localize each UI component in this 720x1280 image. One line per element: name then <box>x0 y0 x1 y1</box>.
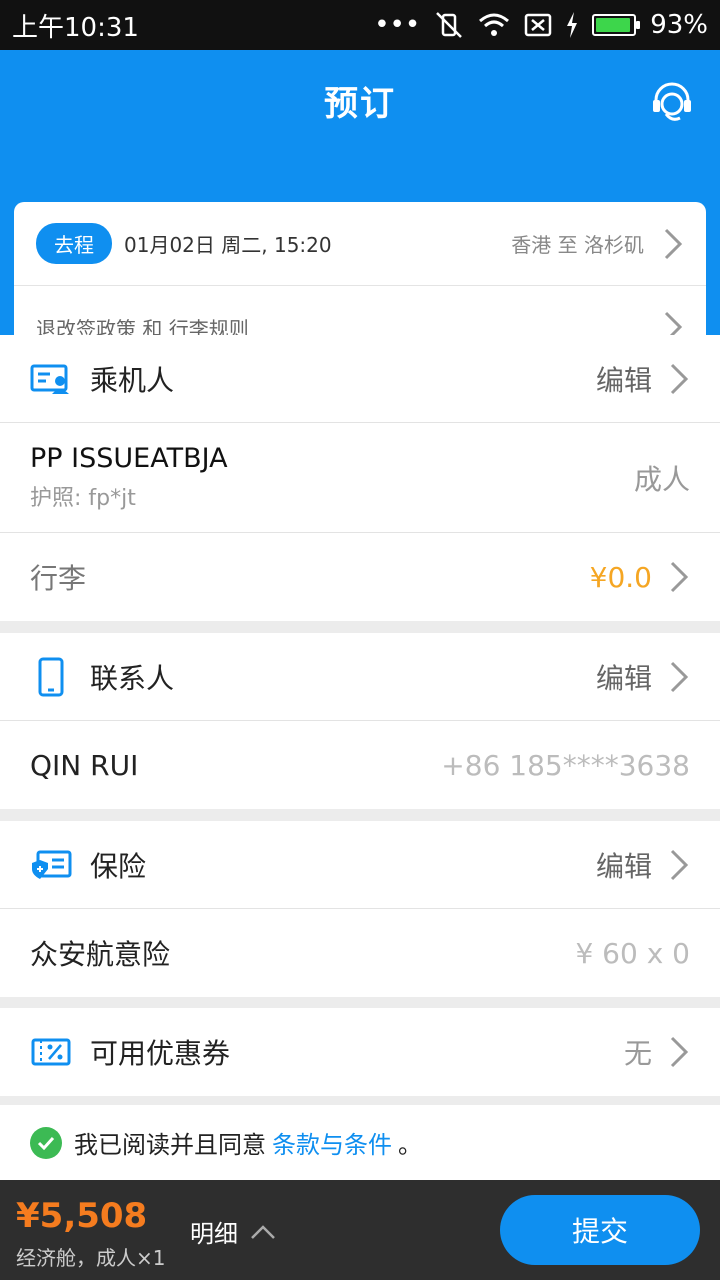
chevron-right-icon <box>670 363 689 394</box>
passenger-name: PP ISSUEATBJA <box>30 443 228 474</box>
insurance-row: 众安航意险 ¥ 60 x 0 <box>0 909 720 997</box>
passenger-type: 成人 <box>633 462 690 496</box>
passenger-row: PP ISSUEATBJA 护照: fp*jt 成人 <box>0 423 720 533</box>
checkmark-icon[interactable] <box>30 1126 62 1159</box>
passenger-section: 乘机人 编辑 PP ISSUEATBJA 护照: fp*jt 成人 行李 ¥0.… <box>0 335 720 621</box>
header: 预订 去程 01月02日 周二, 15:20 香港 至 洛杉矶 退改签政策 和 … <box>0 50 720 368</box>
trip-direction-badge: 去程 <box>36 223 112 264</box>
detail-label: 明细 <box>190 1220 238 1248</box>
terms-link[interactable]: 条款与条件 <box>272 1125 392 1160</box>
status-time: 上午10:31 <box>12 12 139 43</box>
chevron-right-icon <box>670 661 689 692</box>
contact-name: QIN RUI <box>30 748 139 782</box>
contact-edit: 编辑 <box>595 661 652 695</box>
passport-number: 护照: fp*jt <box>30 486 136 511</box>
total-price: ¥5,508 <box>16 1196 148 1236</box>
insurance-header-row[interactable]: 保险 编辑 <box>0 821 720 909</box>
charging-icon <box>567 12 578 38</box>
mute-vibrate-icon <box>436 12 463 38</box>
contact-phone: +86 185****3638 <box>441 748 690 782</box>
passenger-header-row[interactable]: 乘机人 编辑 <box>0 335 720 423</box>
baggage-price: ¥0.0 <box>589 560 652 594</box>
contact-title: 联系人 <box>90 661 175 695</box>
bottom-bar: ¥5,508 经济舱，成人×1 明细 提交 <box>0 1180 720 1280</box>
phone-icon <box>30 656 72 698</box>
agreement-row: 我已阅读并且同意 条款与条件 。 <box>0 1105 720 1180</box>
baggage-row[interactable]: 行李 ¥0.0 <box>0 533 720 621</box>
contact-row: QIN RUI +86 185****3638 <box>0 721 720 809</box>
baggage-label: 行李 <box>30 562 87 595</box>
no-sim-icon <box>524 13 552 37</box>
page-title: 预订 <box>324 84 396 124</box>
battery-percent: 93% <box>650 10 708 40</box>
coupon-value: 无 <box>623 1037 652 1070</box>
chevron-right-icon <box>670 1036 689 1068</box>
insurance-price: ¥ 60 x 0 <box>575 936 690 970</box>
customer-service-icon[interactable] <box>650 80 694 124</box>
insurance-edit: 编辑 <box>595 849 652 883</box>
insurance-icon <box>30 844 72 886</box>
coupon-title: 可用优惠券 <box>90 1037 231 1070</box>
submit-button[interactable]: 提交 <box>500 1195 700 1265</box>
passenger-edit: 编辑 <box>595 363 652 397</box>
chevron-right-icon <box>670 561 689 593</box>
chevron-right-icon <box>670 849 689 880</box>
insurance-title: 保险 <box>90 849 147 883</box>
insurance-item: 众安航意险 <box>30 938 171 971</box>
chevron-up-icon <box>251 1224 275 1239</box>
passenger-title: 乘机人 <box>90 363 175 397</box>
status-bar: 上午10:31 ••• 93% <box>0 0 720 50</box>
coupon-icon <box>30 1031 72 1073</box>
status-icons: ••• 93% <box>374 10 708 40</box>
chevron-right-icon <box>664 228 683 259</box>
trip-date: 01月02日 周二, 15:20 <box>124 233 332 257</box>
contact-section: 联系人 编辑 QIN RUI +86 185****3638 <box>0 633 720 809</box>
agreement-text: 我已阅读并且同意 <box>74 1131 266 1159</box>
battery-icon <box>592 14 641 36</box>
trip-row[interactable]: 去程 01月02日 周二, 15:20 香港 至 洛杉矶 <box>14 202 706 285</box>
insurance-section: 保险 编辑 众安航意险 ¥ 60 x 0 <box>0 821 720 997</box>
cabin-class-info: 经济舱，成人×1 <box>16 1246 166 1270</box>
price-detail-toggle[interactable]: 明细 <box>190 1214 276 1249</box>
coupon-section: 可用优惠券 无 <box>0 1008 720 1096</box>
trip-route: 香港 至 洛杉矶 <box>511 233 644 257</box>
more-dots-icon: ••• <box>374 10 421 40</box>
wifi-icon <box>479 13 510 36</box>
coupon-row[interactable]: 可用优惠券 无 <box>0 1008 720 1096</box>
passenger-id-icon <box>30 358 72 400</box>
agreement-suffix: 。 <box>398 1131 422 1159</box>
contact-header-row[interactable]: 联系人 编辑 <box>0 633 720 721</box>
